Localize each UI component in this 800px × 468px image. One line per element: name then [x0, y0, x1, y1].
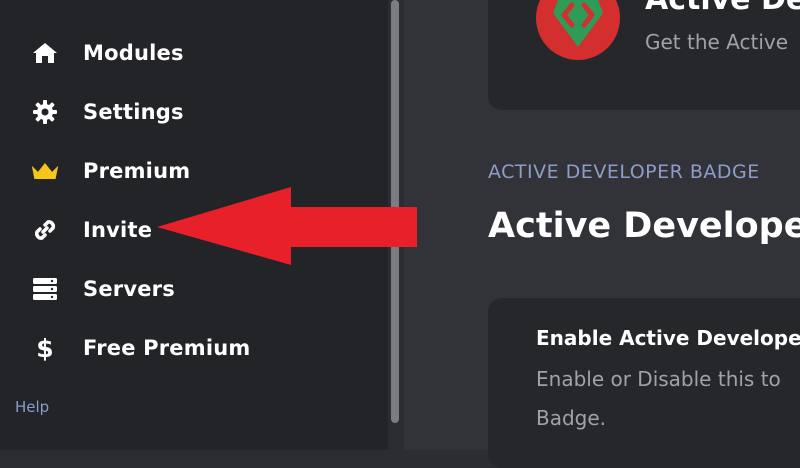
active-developer-badge-icon — [535, 0, 621, 61]
module-header-subtitle: Get the Active — [645, 30, 789, 54]
sidebar-item-label: Modules — [83, 41, 184, 65]
sidebar-item-label: Settings — [83, 100, 184, 124]
module-header-title: Active De — [645, 0, 800, 17]
setting-title: Enable Active Developer — [536, 326, 800, 350]
crown-icon — [30, 156, 60, 186]
dollar-icon: $ — [36, 333, 54, 363]
link-icon — [30, 215, 60, 245]
red-arrow-annotation — [155, 185, 420, 267]
setting-description: Enable or Disable this to Badge. — [536, 367, 781, 430]
page-title: Active Developer — [488, 206, 800, 246]
sidebar-item-modules[interactable]: Modules — [30, 33, 370, 73]
sidebar-item-label: Free Premium — [83, 336, 251, 360]
sidebar-item-label: Premium — [83, 159, 191, 183]
sidebar-item-servers[interactable]: Servers — [30, 269, 370, 309]
sidebar-item-settings[interactable]: Settings — [30, 92, 370, 132]
sidebar-section-help: Help — [15, 398, 50, 416]
gear-icon — [30, 97, 60, 127]
sidebar-item-free-premium[interactable]: $ Free Premium — [30, 328, 370, 368]
home-icon — [30, 38, 60, 68]
page-eyebrow: ACTIVE DEVELOPER BADGE — [488, 161, 760, 183]
sidebar-item-label: Servers — [83, 277, 175, 301]
server-icon — [30, 274, 60, 304]
sidebar-item-label: Invite — [83, 218, 153, 242]
